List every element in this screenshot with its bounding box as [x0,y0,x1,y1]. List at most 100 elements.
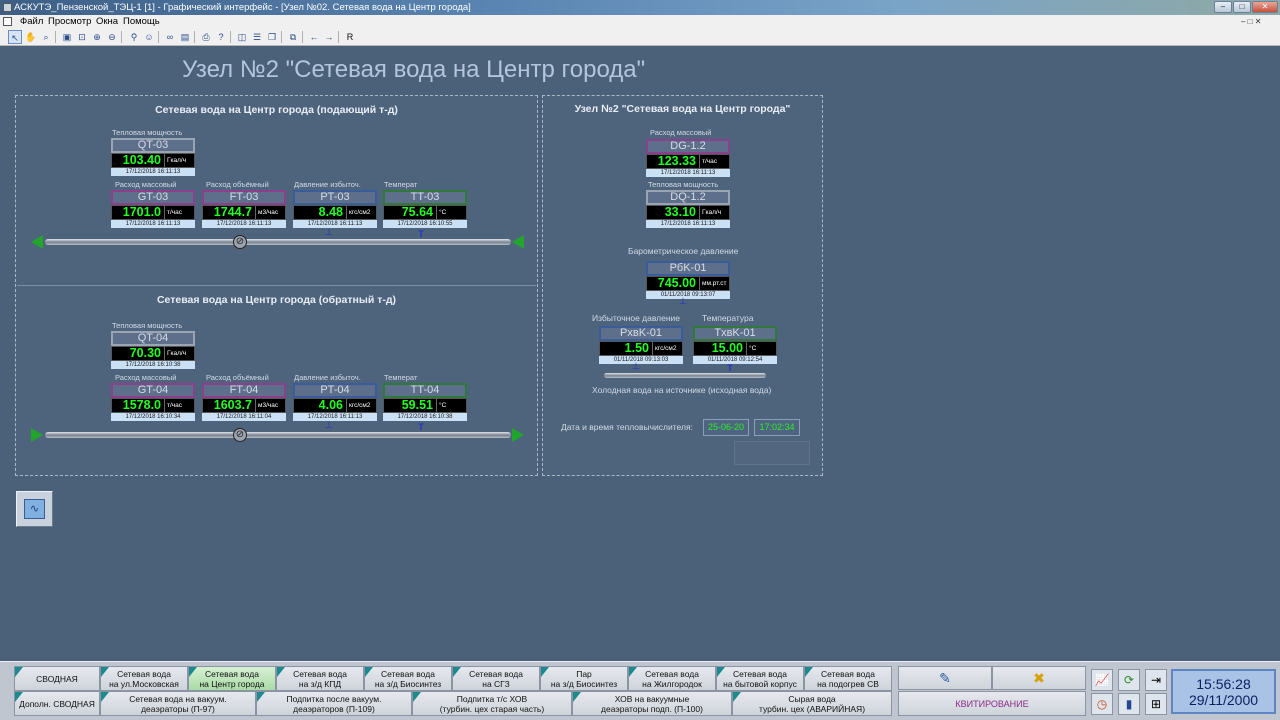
trend-button[interactable]: ∿ [16,491,53,527]
nav-p97[interactable]: Сетевая вода на вакуум. деаэраторы (П-97) [100,691,256,716]
zoom-1-1-icon[interactable]: ▣ [60,30,74,44]
timestamp: 17/12/2018 16:11:04 [202,413,286,421]
node-dq-widget[interactable]: DQ-1.2 33.10 Гкал/ч 17/12/2018 16:11:13 [646,190,730,228]
trend-icon[interactable]: 📈 [1091,669,1113,691]
nav-bytovoy[interactable]: Сетевая вода на бытовой корпус [716,666,804,691]
value: 1701.0 [122,205,161,219]
preview-icon[interactable]: ⊞ [1145,693,1167,715]
nav-steam-biosintez[interactable]: Пар на з/д Биосинтез [540,666,628,691]
return-pt-label: Давление избыточ. [294,373,361,382]
zoom-out-icon[interactable]: ⊖ [105,30,119,44]
nav-svodnaya[interactable]: СВОДНАЯ [14,666,100,691]
document-icon[interactable] [3,17,12,26]
list-icon[interactable]: ☰ [250,30,264,44]
supply-header: Сетевая вода на Центр города (подающий т… [155,104,398,116]
refresh-icon[interactable]: R [343,30,357,44]
user-icon[interactable]: ☺ [142,30,156,44]
tag-label: PT-03 [293,190,377,205]
find-icon[interactable]: ⚲ [127,30,141,44]
timestamp: 17/12/2018 16:10:34 [111,413,195,421]
zoom-icon[interactable]: ⌕ [39,30,53,44]
node-pxb-widget[interactable]: PхвK-01 1.50 кгс/см2 01/11/2018 09:13:03 [599,326,683,364]
back-icon[interactable]: ← [307,30,321,44]
nav-moskovskaya[interactable]: Сетевая вода на ул.Московская [100,666,188,691]
supply-pt-widget[interactable]: PT-03 8.48 кгс/см2 17/12/2018 16:11:13 [293,190,377,228]
return-gt-widget[interactable]: GT-04 1578.0 т/час 17/12/2018 16:10:34 [111,383,195,421]
flow-arrow-left-icon [512,235,524,249]
return-qt-widget[interactable]: QT-04 70.30 Гкал/ч 17/12/2018 16:10:38 [111,331,195,369]
nav-kpd[interactable]: Сетевая вода на з/д КПД [276,666,364,691]
hand-icon[interactable]: ✋ [24,30,38,44]
unit: т/час [164,206,194,219]
window-icon[interactable]: ❐ [265,30,279,44]
nav-p109[interactable]: Подпитка после вакуум. деаэраторов (П-109… [256,691,412,716]
nav-podogrev[interactable]: Сетевая вода на подогрев СВ [804,666,892,691]
value: 15.00 [711,341,743,355]
flowmeter-icon: ⊘ [233,235,247,249]
node-pbk-widget[interactable]: PбK-01 745.00 мм.рт.ст 01/11/2018 09:13:0… [646,261,730,299]
timestamp: 17/12/2018 16:11:13 [293,220,377,228]
menu-help[interactable]: Помощь [123,15,160,28]
unit: °C [436,206,466,219]
nav-hov-old[interactable]: Подпитка т/с ХОВ (турбин. цех старая част… [412,691,572,716]
unit: °C [436,399,466,412]
image-icon[interactable]: ▤ [178,30,192,44]
baro-title: Барометрическое давление [628,246,739,256]
mdi-controls[interactable]: – □ ✕ [1241,17,1261,26]
unit: м3/час [255,399,285,412]
layout-icon[interactable]: ◫ [235,30,249,44]
clock-icon[interactable]: ◷ [1091,693,1113,715]
return-ft-widget[interactable]: FT-04 1603.7 м3/час 17/12/2018 16:11:04 [202,383,286,421]
nav-p100[interactable]: ХОВ на вакуумные деаэраторы подп. (П-100) [572,691,732,716]
print-icon[interactable]: ⎙ [199,30,213,44]
nav-biosintez[interactable]: Сетевая вода на з/д Биосинтез [364,666,452,691]
zoom-in-icon[interactable]: ⊕ [90,30,104,44]
flow-arrow-right-icon [31,428,43,442]
select-arrow-icon[interactable]: ↖ [8,30,22,44]
acknowledge-button[interactable]: КВИТИРОВАНИЕ [898,691,1086,716]
tile-icon[interactable]: ⧉ [286,30,300,44]
journal-button[interactable]: ✎ [898,666,992,690]
return-pt-widget[interactable]: PT-04 4.06 кгс/см2 17/12/2018 16:11:13 [293,383,377,421]
supply-ft-widget[interactable]: FT-03 1744.7 м3/час 17/12/2018 16:11:13 [202,190,286,228]
value: 745.00 [657,276,696,290]
panel-divider [17,285,536,286]
supply-tt-widget[interactable]: TT-03 75.64 °C 17/12/2018 16:10:55 [383,190,467,228]
forward-icon[interactable]: → [322,30,336,44]
timestamp: 17/12/2018 16:10:38 [111,361,195,369]
value: 8.48 [318,205,343,219]
unit: т/час [699,155,729,168]
nav-center[interactable]: Сетевая вода на Центр города [188,666,276,691]
node-dq-label: Тепловая мощность [648,180,719,189]
return-tt-widget[interactable]: TT-04 59.51 °C 17/12/2018 16:10:38 [383,383,467,421]
supply-gt-widget[interactable]: GT-03 1701.0 т/час 17/12/2018 16:11:13 [111,190,195,228]
node-dg-widget[interactable]: DG-1.2 123.33 т/час 17/12/2018 16:11:13 [646,139,730,177]
help-icon[interactable]: ? [214,30,228,44]
app-icon [3,3,12,12]
supply-qt-widget[interactable]: QT-03 103.40 Гкал/ч 17/12/2018 16:11:13 [111,138,195,176]
menu-view[interactable]: Просмотр [48,15,91,28]
menu-windows[interactable]: Окна [96,15,118,28]
tag-label: TT-03 [383,190,467,205]
node-txb-widget[interactable]: TхвK-01 15.00 °C 01/11/2018 09:12:54 [693,326,777,364]
menu-file[interactable]: Файл [20,15,43,28]
value: 123.33 [657,154,696,168]
value: 1603.7 [213,398,252,412]
binoculars-icon[interactable]: ∞ [163,30,177,44]
close-button[interactable]: ✕ [1252,1,1278,13]
zoom-fit-icon[interactable]: ⊡ [75,30,89,44]
alarm-icon: ✖ [1033,669,1045,686]
unit: Гкал/ч [699,206,729,219]
exit-icon[interactable]: ⇥ [1145,669,1167,691]
minimize-button[interactable]: – [1214,1,1232,13]
book-icon[interactable]: ▮ [1118,693,1140,715]
nav-dop-svodnaya[interactable]: Дополн. СВОДНАЯ [14,691,100,716]
nav-raw-water[interactable]: Сырая вода турбин. цех (АВАРИЙНАЯ) [732,691,892,716]
nav-sgz[interactable]: Сетевая вода на СГЗ [452,666,540,691]
pressure-tap-icon: ┴ [632,363,640,373]
alarm-button[interactable]: ✖ [992,666,1086,690]
refresh-icon[interactable]: ⟳ [1118,669,1140,691]
maximize-button[interactable]: □ [1233,1,1251,13]
nav-zhilgorodok[interactable]: Сетевая вода на Жилгородок [628,666,716,691]
temperature-sensor-icon: T [418,422,424,432]
